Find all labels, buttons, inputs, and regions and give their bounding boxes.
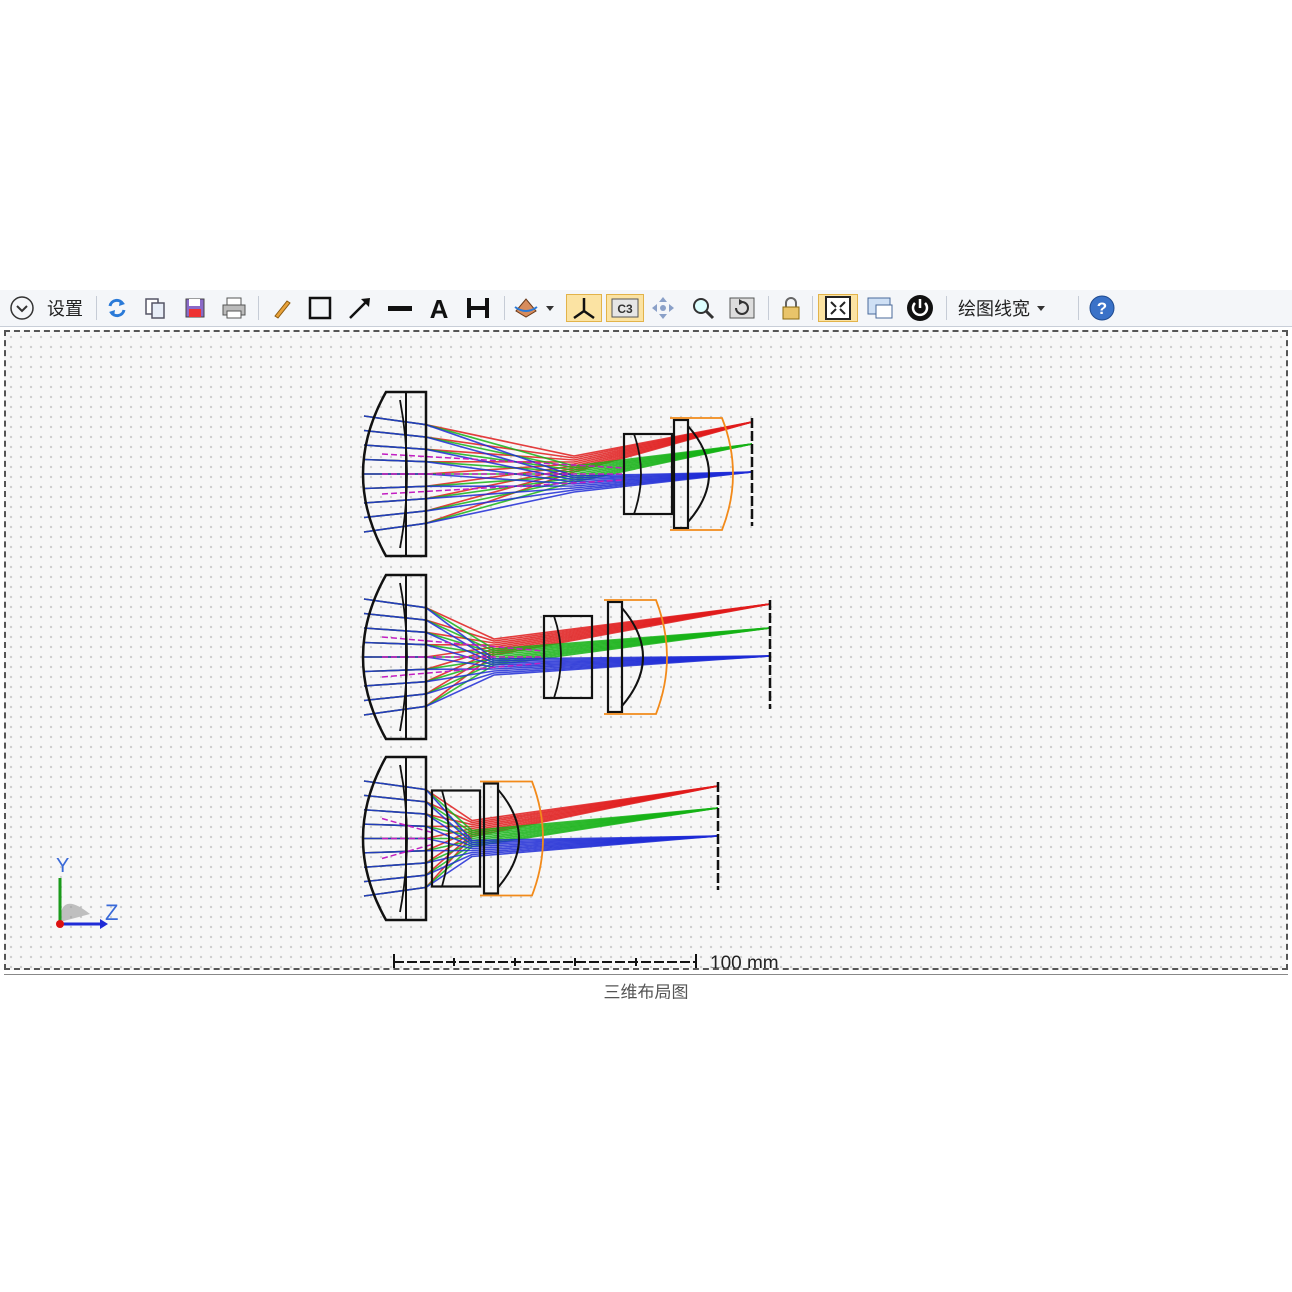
- toolbar-divider: [258, 296, 259, 320]
- svg-text:C3: C3: [617, 302, 633, 316]
- power-icon: [907, 295, 933, 321]
- scale-bar: 100 mm: [393, 953, 779, 968]
- svg-text:?: ?: [1097, 299, 1107, 318]
- axis-button[interactable]: [566, 294, 602, 322]
- copy-icon: [145, 298, 165, 319]
- save-button[interactable]: [180, 294, 210, 322]
- help-button[interactable]: ?: [1086, 294, 1118, 322]
- pencil-button[interactable]: [266, 294, 296, 322]
- chevron-down-icon: [1037, 306, 1045, 311]
- toolbar-divider: [812, 296, 813, 320]
- lens-layout-button[interactable]: C3: [606, 294, 644, 322]
- axis-y-label: Y: [56, 855, 69, 877]
- line-icon: [388, 306, 412, 311]
- toolbar-divider: [96, 296, 97, 320]
- zoom-icon: [693, 298, 715, 320]
- print-button[interactable]: [218, 294, 250, 322]
- settings-button[interactable]: 设置: [40, 294, 90, 322]
- line-width-label: 绘图线宽: [958, 299, 1030, 320]
- rotate-view-icon: [514, 298, 554, 318]
- axis-indicator: Y Z: [56, 855, 118, 929]
- ray: [364, 421, 753, 475]
- axis-icon: [573, 298, 595, 320]
- toolbar-divider: [768, 296, 769, 320]
- window-icon: [867, 297, 893, 319]
- axis-z-label: Z: [105, 900, 118, 925]
- ray: [363, 443, 753, 533]
- toolbar: 设置 A C3 绘图线宽 ?: [0, 290, 1292, 327]
- print-icon: [222, 297, 246, 319]
- text-icon: A: [430, 295, 449, 321]
- lens-layout-icon: C3: [611, 298, 639, 318]
- toolbar-divider: [1078, 296, 1079, 320]
- layout-canvas[interactable]: Y Z 100 mm: [4, 330, 1288, 970]
- move-icon: [652, 297, 674, 319]
- power-button[interactable]: [904, 294, 936, 322]
- window-title: 三维布局图: [603, 983, 689, 999]
- move-button[interactable]: [648, 294, 678, 322]
- collapse-icon: [10, 296, 34, 320]
- rotate-view-button[interactable]: [510, 294, 558, 322]
- layout-window: 设置 A C3 绘图线宽 ? Y Z 100 mm 三维布局图: [0, 290, 1292, 1000]
- lock-button[interactable]: [776, 294, 806, 322]
- window-button[interactable]: [864, 294, 896, 322]
- lens-layout-plot: Y Z 100 mm: [56, 390, 779, 968]
- save-icon: [185, 298, 205, 318]
- text-button[interactable]: A: [424, 294, 454, 322]
- lock-icon: [782, 297, 800, 320]
- refresh-icon: [108, 298, 126, 318]
- copy-button[interactable]: [140, 294, 170, 322]
- arrow-icon: [349, 298, 370, 319]
- scale-bar-label: 100 mm: [710, 953, 779, 968]
- refresh-button[interactable]: [102, 294, 132, 322]
- dimension-button[interactable]: [462, 294, 494, 322]
- fit-icon: [825, 296, 851, 320]
- collapse-button[interactable]: [6, 294, 38, 322]
- arrow-button[interactable]: [344, 294, 376, 322]
- line-button[interactable]: [384, 294, 416, 322]
- toolbar-divider: [946, 296, 947, 320]
- reset-view-icon: [729, 297, 755, 319]
- rectangle-button[interactable]: [304, 294, 336, 322]
- status-bar: 三维布局图: [4, 974, 1288, 999]
- rectangle-icon: [308, 296, 332, 320]
- dimension-icon: [467, 298, 489, 318]
- pencil-icon: [274, 300, 291, 319]
- toolbar-divider: [504, 296, 505, 320]
- svg-text:A: A: [430, 295, 449, 321]
- fit-button[interactable]: [818, 294, 858, 322]
- line-width-dropdown[interactable]: 绘图线宽: [958, 294, 1054, 322]
- help-icon: ?: [1089, 295, 1115, 321]
- zoom-button[interactable]: [688, 294, 718, 322]
- reset-view-button[interactable]: [726, 294, 758, 322]
